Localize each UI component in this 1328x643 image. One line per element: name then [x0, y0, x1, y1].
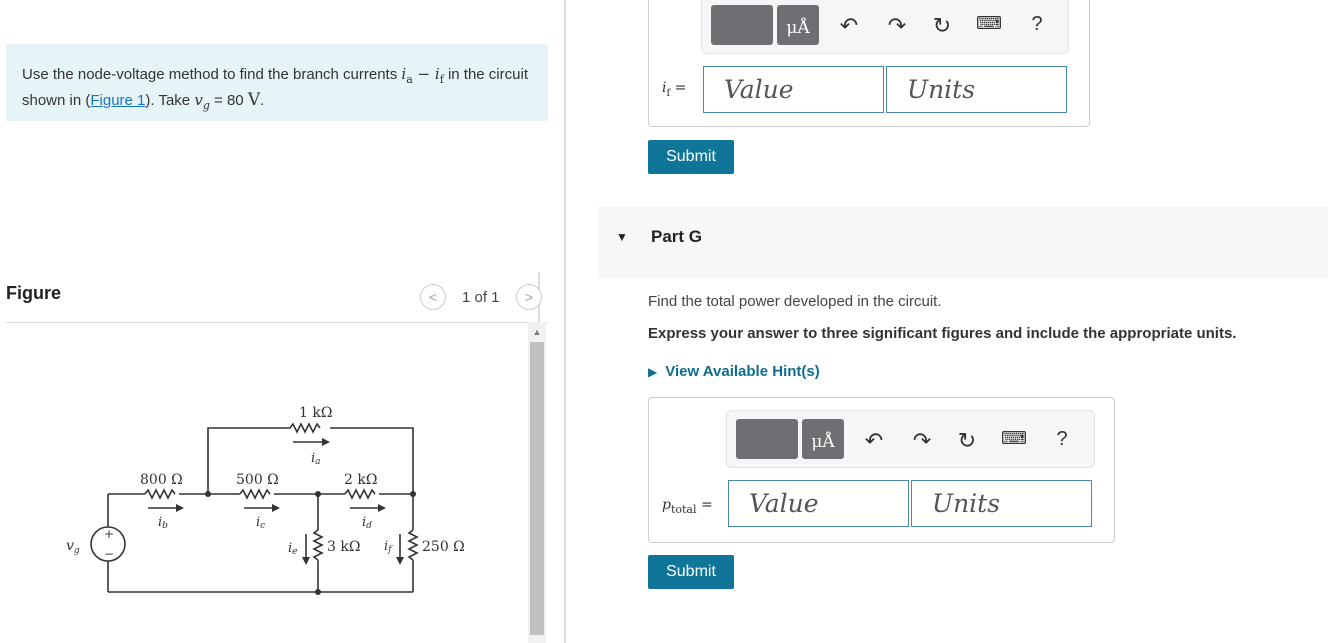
reset-icon[interactable]: ↻ [954, 428, 980, 454]
next-figure-button[interactable]: > [516, 284, 542, 310]
template-icon[interactable] [711, 5, 773, 45]
units-button[interactable]: μÅ [777, 5, 819, 45]
part-g-submit-button[interactable]: Submit [648, 555, 734, 589]
node-dot [205, 491, 211, 497]
prev-figure-button[interactable]: < [420, 284, 446, 310]
figure-title: Figure [6, 283, 62, 303]
circuit-diagram: 1 kΩ 800 Ω 500 Ω 2 kΩ 3 kΩ 250 Ω ia ib i… [66, 405, 465, 595]
keyboard-icon[interactable]: ⌨ [976, 13, 1002, 34]
label-r250: 250 Ω [422, 539, 465, 555]
problem-text: Use the node-voltage method to find the … [22, 65, 528, 112]
label-r3k: 3 kΩ [327, 539, 360, 555]
column-divider [564, 0, 566, 643]
label-ie: ie [288, 541, 298, 557]
label-ia: ia [311, 451, 321, 467]
label-ib: ib [158, 515, 168, 531]
node-dot [315, 589, 321, 595]
figure-link[interactable]: Figure 1 [90, 92, 145, 109]
label-plus: + [104, 527, 114, 541]
problem-statement: Use the node-voltage method to find the … [6, 44, 548, 121]
help-icon[interactable]: ? [1024, 13, 1050, 36]
resistor-3k [312, 529, 324, 561]
node-dot [410, 491, 416, 497]
collapse-caret-icon[interactable]: ▼ [616, 230, 628, 244]
part-f-value-input[interactable]: Value [703, 66, 884, 113]
redo-icon[interactable]: ↷ [909, 428, 935, 454]
figure-scrollbar-thumb[interactable] [530, 342, 544, 635]
reset-icon[interactable]: ↻ [929, 13, 955, 39]
label-vg: vg [66, 538, 80, 556]
redo-icon[interactable]: ↷ [884, 13, 910, 39]
scroll-up-arrow-icon[interactable]: ▲ [530, 326, 544, 338]
part-f-submit-button[interactable]: Submit [648, 140, 734, 174]
figure-pager-text: 1 of 1 [462, 289, 500, 306]
label-id: id [362, 515, 372, 531]
label-r500: 500 Ω [236, 472, 279, 488]
help-icon[interactable]: ? [1049, 428, 1075, 451]
resistor-2k [344, 488, 376, 500]
units-button[interactable]: μÅ [802, 419, 844, 459]
label-minus: − [104, 547, 114, 561]
label-r800: 800 Ω [140, 472, 183, 488]
label-ic: ic [256, 515, 265, 531]
undo-icon[interactable]: ↶ [836, 13, 862, 39]
label-if: if [384, 539, 393, 555]
part-g-units-input[interactable]: Units [911, 480, 1092, 527]
part-g-header[interactable] [598, 207, 1328, 278]
view-hints-link[interactable]: ▶ View Available Hint(s) [648, 363, 820, 380]
label-r1k: 1 kΩ [299, 405, 332, 421]
resistor-1k [289, 422, 321, 434]
caret-right-icon: ▶ [648, 365, 658, 379]
part-g-question: Find the total power developed in the ci… [648, 293, 942, 310]
resistor-800 [144, 488, 176, 500]
part-f-variable-label: if = [662, 80, 687, 99]
undo-icon[interactable]: ↶ [861, 428, 887, 454]
resistor-500 [239, 488, 271, 500]
part-g-title: Part G [651, 227, 703, 246]
part-g-instruction: Express your answer to three significant… [648, 325, 1237, 342]
template-icon[interactable] [736, 419, 798, 459]
keyboard-icon[interactable]: ⌨ [1001, 428, 1027, 449]
node-dot [315, 491, 321, 497]
part-g-value-input[interactable]: Value [728, 480, 909, 527]
label-r2k: 2 kΩ [344, 472, 377, 488]
part-f-units-input[interactable]: Units [886, 66, 1067, 113]
part-g-variable-label: ptotal = [662, 497, 713, 516]
resistor-250 [407, 529, 419, 561]
